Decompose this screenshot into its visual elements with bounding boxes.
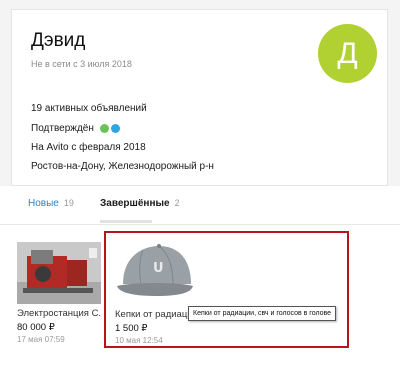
profile-card: Дэвид Не в сети с 3 июля 2018 Д 19 актив…: [11, 9, 388, 186]
profile-name: Дэвид: [31, 30, 86, 51]
tab-new-count: 19: [63, 198, 74, 208]
active-ads-count[interactable]: 19 активных объявлений: [31, 103, 147, 114]
highlight-frame: [104, 231, 349, 348]
tab-finished-count: 2: [174, 198, 180, 208]
avatar-letter: Д: [337, 36, 358, 70]
tooltip: Кепки от радиации, свч и голосов в голов…: [188, 306, 337, 321]
tab-finished[interactable]: Завершённые 2: [100, 198, 180, 209]
listing-price: 80 000 ₽: [17, 322, 55, 333]
listing-tabs: Новые 19 Завершённые 2: [0, 186, 400, 225]
listing-date: 17 мая 07:59: [17, 335, 65, 344]
phone-icon: [99, 124, 109, 133]
location-text: Ростов-на-Дону, Железнодорожный р-н: [31, 161, 214, 172]
generator-image: [17, 242, 101, 304]
member-since: На Avito с февраля 2018: [31, 142, 146, 153]
confirmed-label: Подтверждён: [31, 123, 94, 134]
last-seen-status: Не в сети с 3 июля 2018: [31, 59, 132, 69]
listing-title[interactable]: Электростанция С...: [17, 308, 101, 319]
tab-active-indicator: [100, 220, 152, 223]
avatar[interactable]: Д: [318, 24, 377, 83]
tab-finished-label: Завершённые: [100, 198, 170, 209]
verification-status: Подтверждён: [31, 123, 120, 134]
tab-new-label: Новые: [28, 198, 59, 209]
member-since-text: На Avito с февраля 2018: [31, 142, 146, 153]
listing-thumbnail[interactable]: [17, 242, 101, 304]
listing-card[interactable]: Электростанция С... 80 000 ₽ 17 мая 07:5…: [17, 242, 103, 344]
mail-icon: [110, 124, 120, 133]
location: Ростов-на-Дону, Железнодорожный р-н: [31, 161, 214, 172]
tab-new[interactable]: Новые 19: [28, 198, 74, 209]
active-ads-text: 19 активных объявлений: [31, 103, 147, 114]
